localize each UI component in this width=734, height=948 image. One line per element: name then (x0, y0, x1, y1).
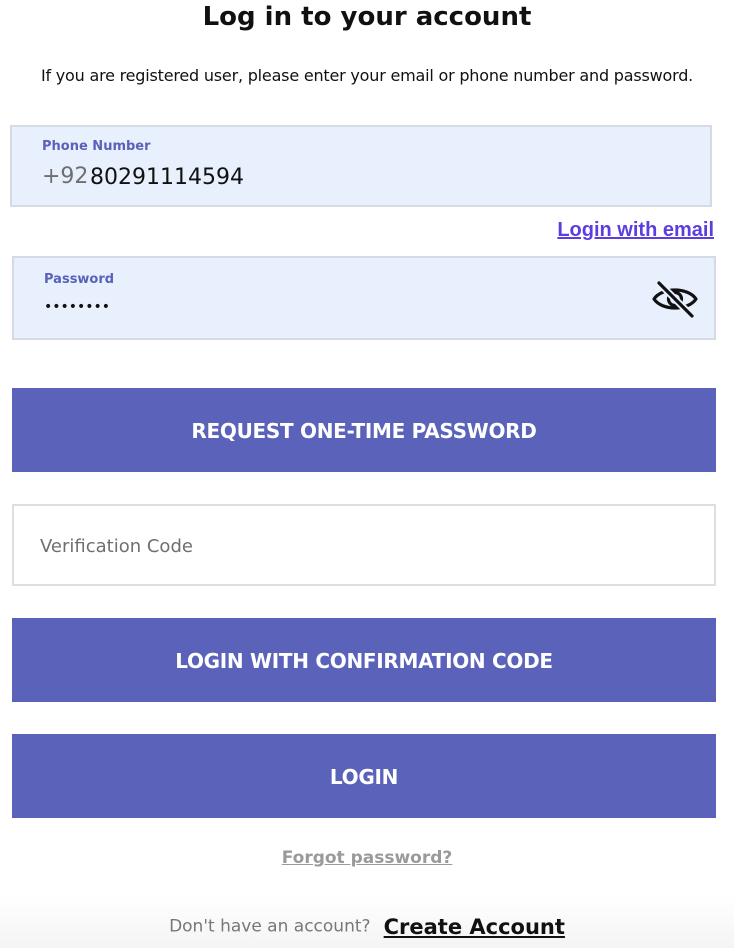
request-otp-button[interactable]: REQUEST ONE-TIME PASSWORD (12, 388, 716, 472)
login-with-email-link[interactable]: Login with email (557, 219, 714, 242)
signup-row: Don't have an account? Create Account (0, 912, 734, 941)
phone-number-input[interactable] (90, 163, 490, 191)
verification-code-input[interactable] (40, 532, 680, 560)
login-page: Log in to your account If you are regist… (0, 0, 734, 948)
signup-prompt: Don't have an account? (169, 916, 371, 937)
eye-off-icon[interactable] (650, 278, 700, 320)
password-label: Password (44, 272, 115, 287)
forgot-password-link[interactable]: Forgot password? (0, 848, 734, 868)
page-subtitle: If you are registered user, please enter… (40, 66, 694, 85)
password-input[interactable] (44, 296, 544, 318)
password-field[interactable]: Password (12, 256, 716, 340)
login-with-code-button[interactable]: LOGIN WITH CONFIRMATION CODE (12, 618, 716, 702)
create-account-link[interactable]: Create Account (384, 915, 565, 939)
login-button[interactable]: LOGIN (12, 734, 716, 818)
phone-number-label: Phone Number (42, 139, 151, 154)
country-code-prefix: +92 (42, 164, 89, 189)
verification-code-field[interactable] (12, 504, 716, 586)
phone-number-field[interactable]: Phone Number +92 (10, 125, 712, 207)
page-title: Log in to your account (202, 2, 532, 32)
